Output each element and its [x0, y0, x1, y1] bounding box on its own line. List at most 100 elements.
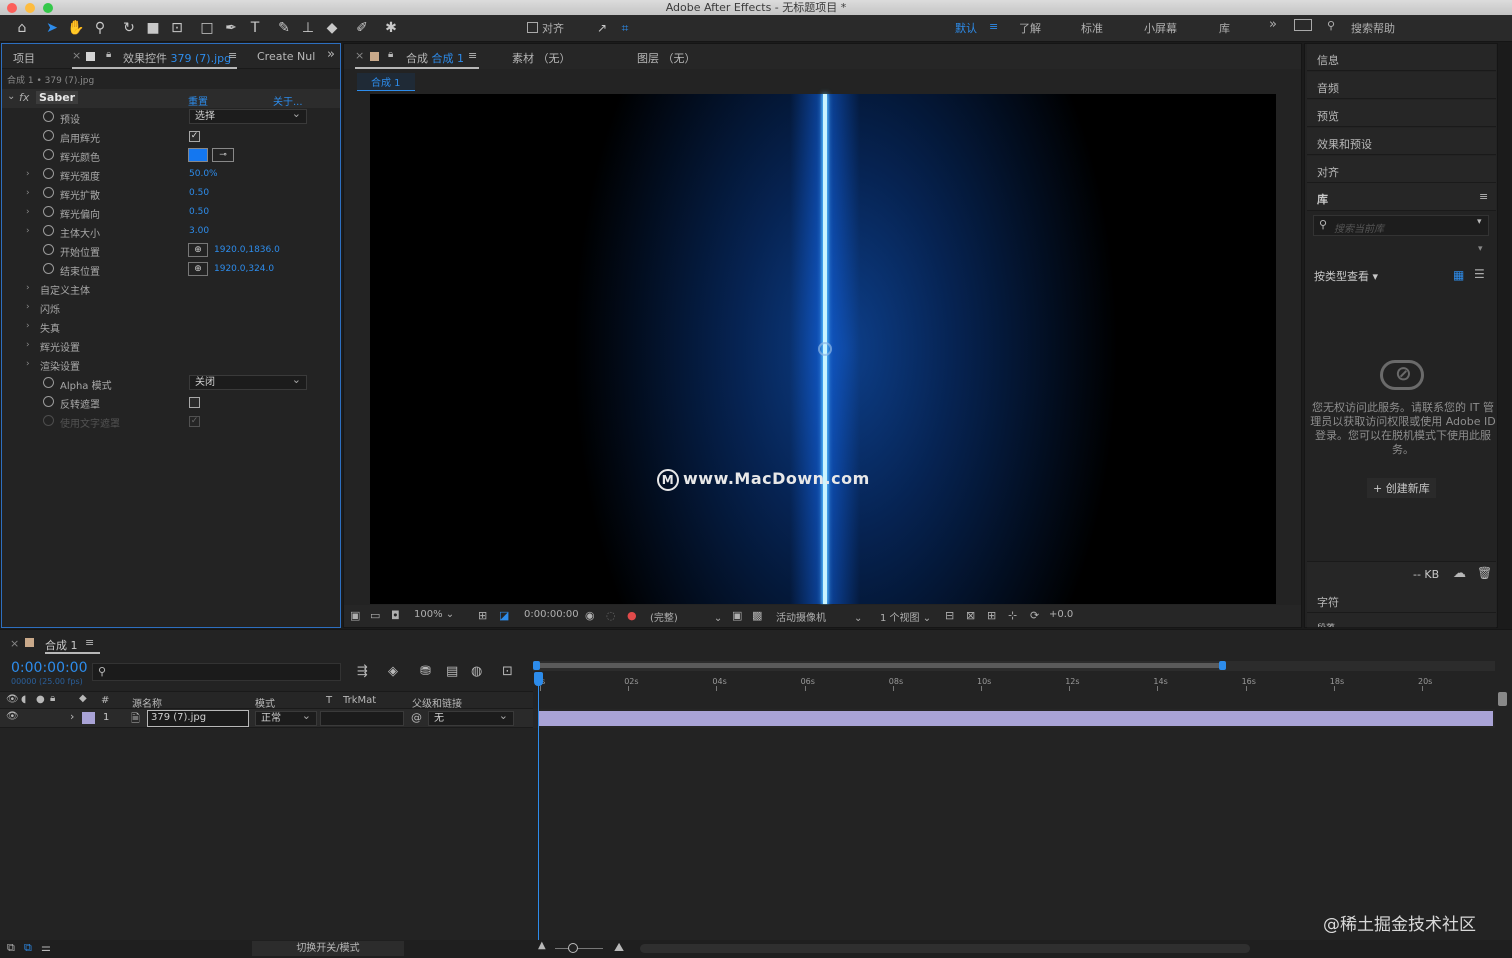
effect-group-name[interactable]: 辉光设置	[40, 339, 80, 354]
grid-icon[interactable]: ⊞	[478, 609, 487, 622]
transparency-grid-icon[interactable]: ▩	[752, 609, 762, 622]
layer-row[interactable]: 👁︎ › 1 🗎︎ 379 (7).jpg 正常 @ 无	[0, 709, 533, 728]
right-item-character[interactable]: 字符	[1307, 586, 1496, 613]
stopwatch-icon[interactable]	[43, 377, 54, 388]
zoom-in-icon[interactable]: ⛰	[614, 940, 624, 955]
stopwatch-icon[interactable]	[43, 111, 54, 122]
rotate-tool-icon[interactable]: ↻	[119, 18, 139, 38]
zoom-tool-icon[interactable]: ⚲	[90, 18, 110, 38]
effect-select[interactable]: 关闭	[189, 373, 307, 390]
effect-property-row[interactable]: 反转遮罩	[2, 393, 340, 412]
transfer-controls-icon[interactable]: ⧉	[24, 941, 32, 955]
brush-tool-icon[interactable]: ✎	[274, 18, 294, 38]
effect-property-row[interactable]: › 辉光强度 50.0%	[2, 165, 340, 184]
clone-stamp-tool-icon[interactable]: ⊥	[298, 18, 318, 38]
workspace-standard[interactable]: 标准	[1081, 20, 1103, 36]
effect-value[interactable]: 0.50	[189, 188, 209, 198]
mask-visibility-icon[interactable]: ◪	[499, 609, 509, 622]
tab-footage[interactable]: 素材 （无）	[512, 50, 571, 66]
expand-arrow-icon[interactable]: ›	[26, 207, 30, 217]
fast-previews-icon[interactable]: ⊠	[966, 609, 975, 622]
comp-viewer[interactable]: Mwww.MacDown.com	[370, 94, 1276, 604]
show-snapshot-icon[interactable]: ◌	[606, 609, 616, 622]
expand-arrow-icon[interactable]: ›	[26, 302, 30, 312]
workspace-libraries[interactable]: 库	[1219, 20, 1230, 36]
resolution-select[interactable]: (完整) ⌄	[650, 609, 722, 624]
workspace-menu-icon[interactable]: ≡	[989, 20, 998, 33]
effect-property-row[interactable]: 开始位置 ⊕ 1920.0,1836.0	[2, 241, 340, 260]
expand-arrow-icon[interactable]: ›	[26, 169, 30, 179]
monitor-icon[interactable]: ▭	[370, 609, 380, 622]
effect-property-row[interactable]: 辉光颜色 ⊸	[2, 146, 340, 165]
snap-targets-icon[interactable]: ⌗	[615, 18, 635, 38]
lock-icon[interactable]: 🔒︎	[106, 49, 111, 60]
audio-toggle-icon[interactable]: ◖	[21, 694, 26, 705]
column-source-name[interactable]: 源名称	[132, 695, 162, 710]
stopwatch-icon[interactable]	[43, 415, 54, 426]
roto-brush-tool-icon[interactable]: ✐	[352, 18, 372, 38]
vr-icon[interactable]: ◘	[391, 609, 400, 622]
expand-arrow-icon[interactable]: ›	[26, 321, 30, 331]
comp-sub-tab[interactable]: 合成 1	[357, 73, 415, 91]
workspace-default[interactable]: 默认	[955, 20, 977, 36]
snap-checkbox[interactable]	[527, 22, 538, 33]
right-panel-item[interactable]: 对齐	[1307, 156, 1496, 183]
layer-visibility-icon[interactable]: 👁︎	[6, 711, 19, 722]
comp-lock-icon[interactable]: 🔒︎	[388, 49, 393, 60]
point-value[interactable]: 1920.0,324.0	[214, 264, 274, 274]
hand-tool-icon[interactable]: ✋	[66, 18, 86, 38]
sync-settings-icon[interactable]	[1294, 19, 1312, 31]
timeline-scroll-handle[interactable]	[1498, 692, 1507, 706]
effect-property-row[interactable]: › 渲染设置	[2, 355, 340, 374]
home-icon[interactable]: ⌂	[12, 18, 32, 38]
library-search-input[interactable]: 搜索当前库	[1334, 220, 1384, 235]
more-workspaces-icon[interactable]: »	[1269, 17, 1277, 32]
eraser-tool-icon[interactable]: ◆	[322, 18, 342, 38]
zoom-slider-track[interactable]	[555, 948, 603, 949]
close-tab-icon[interactable]: ×	[72, 49, 81, 62]
flowchart-icon[interactable]: ⊹	[1008, 609, 1017, 622]
effect-property-row[interactable]: 预设 选择	[2, 107, 340, 127]
exposure-value[interactable]: +0.0	[1049, 609, 1073, 620]
tab-layer[interactable]: 图层 （无）	[637, 50, 696, 66]
effect-select[interactable]: 选择	[189, 107, 307, 124]
expand-arrow-icon[interactable]: ›	[26, 340, 30, 350]
playhead-handle[interactable]	[534, 672, 543, 686]
effect-property-row[interactable]: › 主体大小 3.00	[2, 222, 340, 241]
stopwatch-icon[interactable]	[43, 206, 54, 217]
work-area-end-handle[interactable]	[1219, 661, 1226, 670]
layer-parent-select[interactable]: 无	[428, 709, 514, 726]
library-select-dropdown-icon[interactable]: ▾	[1478, 244, 1483, 254]
effect-property-row[interactable]: 启用辉光 ✓	[2, 127, 340, 146]
about-link[interactable]: 关于...	[273, 93, 303, 108]
snap-options-icon[interactable]: ↗	[592, 18, 612, 38]
graph-editor-icon[interactable]: ⊡	[502, 664, 513, 679]
effect-group-name[interactable]: 自定义主体	[40, 282, 90, 297]
sync-cloud-icon[interactable]: ☁	[1453, 566, 1466, 581]
effect-group-name[interactable]: 闪烁	[40, 301, 60, 316]
list-view-icon[interactable]: ☰	[1474, 267, 1485, 281]
effect-property-row[interactable]: › 辉光扩散 0.50	[2, 184, 340, 203]
toggle-pixel-aspect-icon[interactable]: ⊟	[945, 609, 954, 622]
expand-arrow-icon[interactable]: ›	[26, 188, 30, 198]
selection-tool-icon[interactable]: ➤	[42, 18, 62, 38]
layer-mode-select[interactable]: 正常	[255, 709, 317, 726]
layer-expand-arrow-icon[interactable]: ›	[70, 710, 74, 723]
timeline-icon[interactable]: ⊞	[987, 609, 996, 622]
stopwatch-icon[interactable]	[43, 130, 54, 141]
rectangle-tool-icon[interactable]: □	[197, 18, 217, 38]
views-select[interactable]: 1 个视图 ⌄	[880, 609, 931, 624]
effect-property-row[interactable]: › 辉光设置	[2, 336, 340, 355]
effect-checkbox[interactable]	[189, 397, 200, 408]
effect-name[interactable]: Saber	[36, 91, 79, 104]
in-out-icon[interactable]: ⚌	[41, 941, 51, 954]
snapshot-icon[interactable]: ◉	[585, 609, 595, 622]
layer-name[interactable]: 379 (7).jpg	[147, 710, 249, 727]
motion-blur-icon[interactable]: ◍	[471, 664, 482, 679]
layer-switches-icon[interactable]: ⧉	[7, 941, 15, 955]
library-search-dropdown-icon[interactable]: ▾	[1477, 217, 1482, 227]
right-panel-item[interactable]: 音频	[1307, 72, 1496, 99]
minimize-window-button[interactable]	[25, 3, 35, 13]
tab-effect-controls[interactable]: 效果控件 379 (7).jpg	[123, 50, 231, 66]
timeline-tab[interactable]: 合成 1	[45, 637, 78, 653]
